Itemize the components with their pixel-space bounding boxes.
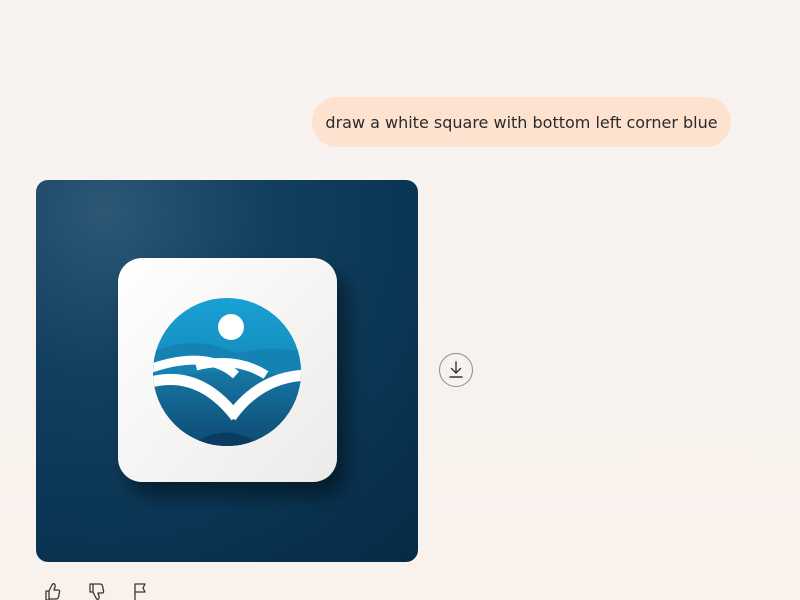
user-message-bubble: draw a white square with bottom left cor… <box>312 97 731 147</box>
generated-image-art <box>118 258 337 482</box>
thumbs-up-icon <box>45 583 61 600</box>
generated-image[interactable] <box>36 180 418 562</box>
sun-icon <box>218 314 244 340</box>
thumbs-up-button[interactable] <box>43 582 63 600</box>
flag-icon <box>134 583 146 600</box>
user-message-text: draw a white square with bottom left cor… <box>325 112 718 132</box>
feedback-bar <box>43 582 151 600</box>
thumbs-down-button[interactable] <box>87 582 107 600</box>
chat-page: draw a white square with bottom left cor… <box>0 0 800 600</box>
thumbs-down-icon <box>89 583 105 600</box>
download-icon <box>449 361 463 378</box>
download-button[interactable] <box>439 353 473 387</box>
report-button[interactable] <box>131 582 151 600</box>
